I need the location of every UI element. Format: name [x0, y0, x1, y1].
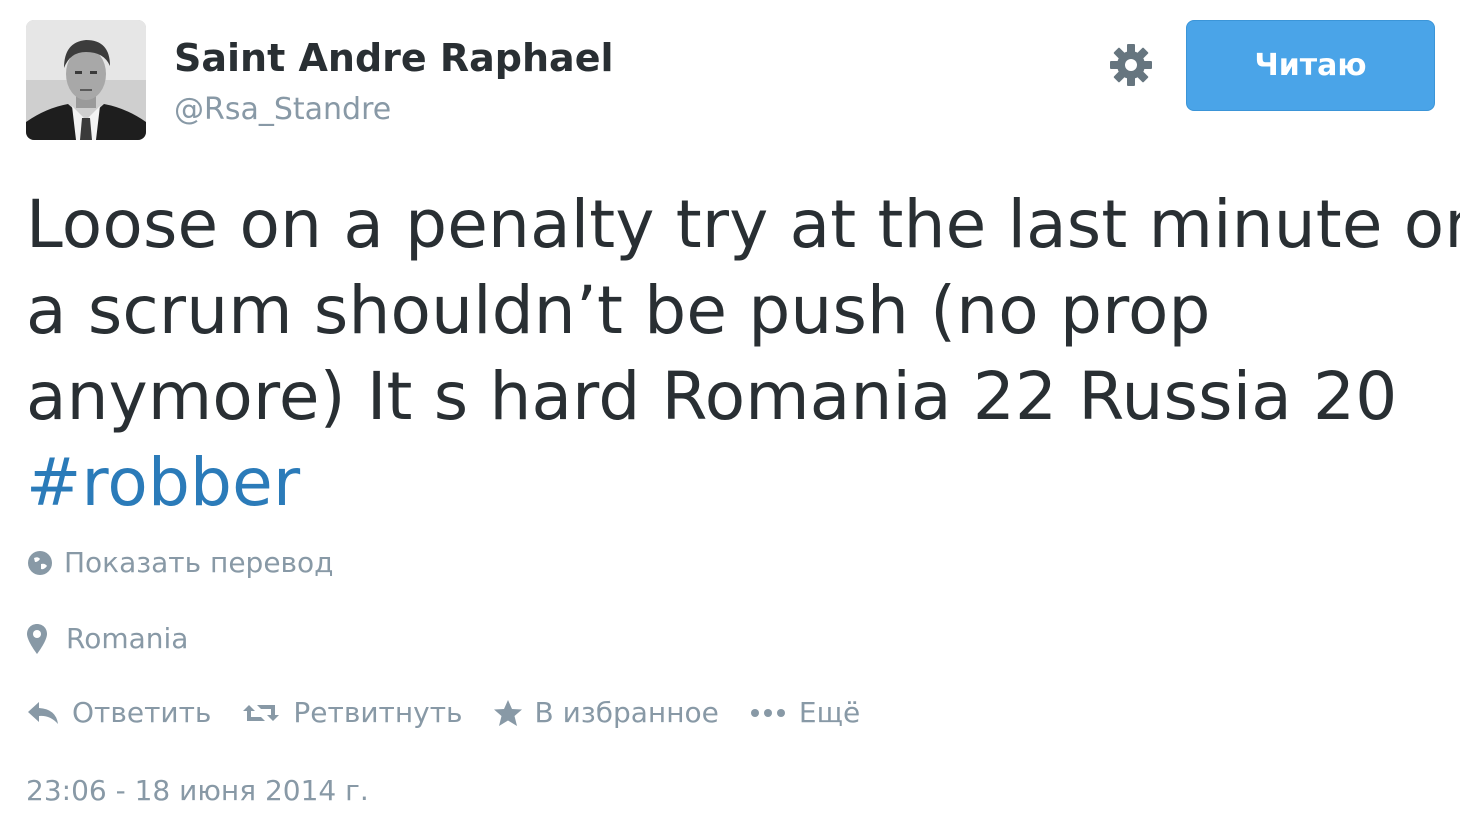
- location-link[interactable]: Romania: [26, 622, 188, 655]
- tweet-actions: Ответить Ретвитнуть В избранное Ещё: [26, 696, 890, 729]
- avatar[interactable]: [26, 20, 146, 140]
- reply-button[interactable]: Ответить: [26, 696, 211, 729]
- gear-icon[interactable]: [1106, 40, 1156, 90]
- show-translation-link[interactable]: Показать перевод: [26, 546, 334, 579]
- retweet-button[interactable]: Ретвитнуть: [241, 696, 463, 729]
- retweet-icon: [241, 699, 281, 727]
- tweet-text: Loose on a penalty try at the last minut…: [26, 182, 1460, 526]
- favorite-button[interactable]: В избранное: [493, 696, 719, 729]
- star-icon: [493, 699, 523, 727]
- reply-label: Ответить: [72, 696, 212, 729]
- more-dots-icon: [749, 699, 787, 727]
- tweet-timestamp[interactable]: 23:06 - 18 июня 2014 г.: [26, 774, 369, 807]
- tweet-card: Saint Andre Raphael @Rsa_Standre Читаю L…: [0, 0, 1460, 813]
- hashtag-link[interactable]: #robber: [26, 440, 1446, 526]
- reply-icon: [26, 699, 60, 727]
- follow-button[interactable]: Читаю: [1186, 20, 1435, 111]
- user-handle[interactable]: @Rsa_Standre: [174, 92, 391, 127]
- tweet-text-line: anymore) It s hard Romania 22 Russia 20: [26, 358, 1398, 435]
- avatar-photo: [26, 20, 146, 140]
- user-display-name[interactable]: Saint Andre Raphael: [174, 36, 614, 80]
- globe-icon: [26, 549, 54, 577]
- map-pin-icon: [26, 623, 48, 655]
- retweet-label: Ретвитнуть: [293, 696, 463, 729]
- show-translation-label: Показать перевод: [64, 546, 334, 579]
- location-label: Romania: [66, 622, 189, 655]
- tweet-text-line: Loose on a penalty try at the last minut…: [26, 186, 1460, 263]
- tweet-text-line: a scrum shouldn’t be push (no prop: [26, 272, 1211, 349]
- more-label: Ещё: [798, 696, 861, 729]
- favorite-label: В избранное: [534, 696, 719, 729]
- more-button[interactable]: Ещё: [749, 696, 860, 729]
